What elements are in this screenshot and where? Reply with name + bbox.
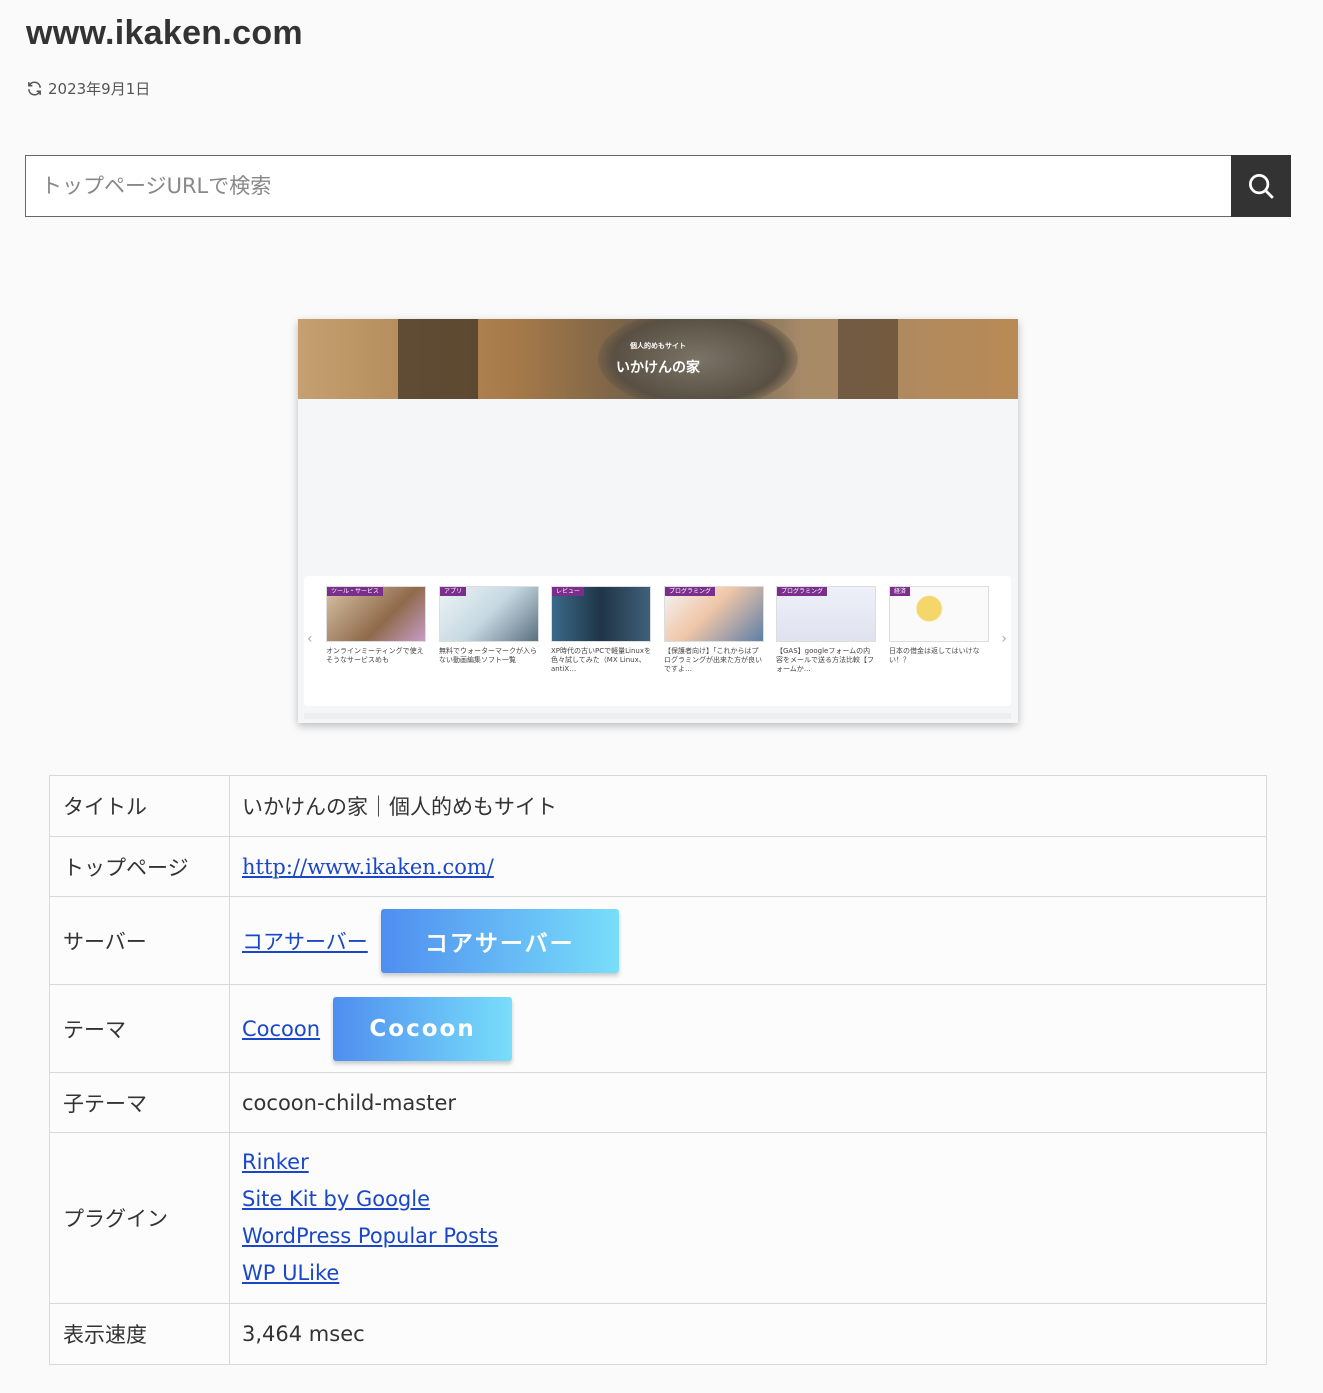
screenshot-site-subtitle: 個人的めもサイト [630,342,686,350]
carousel-card: ツール・サービス オンラインミーティングで使えそうなサービスめも [326,586,426,674]
card-category: プログラミング [665,587,716,596]
chevron-right-icon: › [1001,631,1007,647]
plugin-link-rinker[interactable]: Rinker [242,1144,1266,1181]
title-label: タイトル [49,775,230,837]
card-title: 【保護者向け】「これからはプログラミングが出来た方が良いですよ… [664,647,762,673]
table-row: プラグイン Rinker Site Kit by Google WordPres… [49,1132,1267,1304]
plugins-list: Rinker Site Kit by Google WordPress Popu… [229,1132,1267,1304]
date-text: 2023年9月1日 [48,80,151,98]
card-title: XP時代の古いPCで軽量Linuxを色々試してみた（MX Linux、antiX… [551,647,651,673]
search-input[interactable] [25,155,1231,217]
card-category: レビュー [552,587,585,596]
theme-label: テーマ [49,984,230,1073]
card-title: 日本の借金は返してはいけない！？ [889,647,980,664]
top-page-label: トップページ [49,836,230,897]
server-button[interactable]: コアサーバー [380,908,619,973]
carousel-card: 経済 日本の借金は返してはいけない！？ [889,586,989,674]
carousel-card: レビュー XP時代の古いPCで軽量Linuxを色々試してみた（MX Linux、… [551,586,651,674]
child-theme-value: cocoon-child-master [229,1072,1267,1133]
plugins-label: プラグイン [49,1132,230,1304]
theme-button[interactable]: Cocoon [333,996,513,1061]
screenshot-header: 個人的めもサイト いかけんの家 [298,319,1018,399]
table-row: サーバー コアサーバー コアサーバー [49,896,1267,985]
theme-link[interactable]: Cocoon [242,1017,320,1041]
title-value: いかけんの家｜個人的めもサイト [229,775,1267,837]
table-row: テーマ Cocoon Cocoon [49,984,1267,1073]
carousel-card: アプリ 無料でウォーターマークが入らない動画編集ソフト一覧 [439,586,539,674]
plugin-link-wpp[interactable]: WordPress Popular Posts [242,1218,1266,1255]
speed-value: 3,464 msec [229,1303,1267,1365]
speed-label: 表示速度 [49,1303,230,1365]
plugin-link-wp-ulike[interactable]: WP ULike [242,1255,1266,1292]
refresh-icon [28,81,41,96]
table-row: 子テーマ cocoon-child-master [49,1072,1267,1133]
carousel-card: プログラミング 【GAS】googleフォームの内容をメールで送る方法比較【フォ… [776,586,876,674]
search-button[interactable] [1231,155,1291,217]
search-icon [1249,174,1274,199]
carousel-card: プログラミング 【保護者向け】「これからはプログラミングが出来た方が良いですよ… [664,586,764,674]
update-date: 2023年9月1日 [26,78,150,99]
card-category: ツール・サービス [327,587,384,596]
table-row: タイトル いかけんの家｜個人的めもサイト [49,775,1267,837]
card-thumbnail: アプリ [439,586,539,642]
page-title: www.ikaken.com [26,14,303,52]
card-title: 無料でウォーターマークが入らない動画編集ソフト一覧 [439,647,537,664]
search-form [25,155,1291,217]
card-thumbnail: プログラミング [776,586,876,642]
table-row: トップページ http://www.ikaken.com/ [49,836,1267,897]
card-category: アプリ [440,587,467,596]
card-thumbnail: プログラミング [664,586,764,642]
card-thumbnail: ツール・サービス [326,586,426,642]
screenshot-footer [304,713,1011,719]
card-thumbnail: レビュー [551,586,651,642]
server-link[interactable]: コアサーバー [242,926,368,956]
table-row: 表示速度 3,464 msec [49,1303,1267,1365]
server-label: サーバー [49,896,230,985]
card-title: オンラインミーティングで使えそうなサービスめも [326,647,424,664]
plugin-link-site-kit[interactable]: Site Kit by Google [242,1181,1266,1218]
screenshot-carousel: ‹ › ツール・サービス オンラインミーティングで使えそうなサービスめも アプリ… [304,576,1011,706]
screenshot-site-name: いかけんの家 [616,360,700,376]
card-category: 経済 [890,587,911,596]
chevron-left-icon: ‹ [307,631,313,647]
card-title: 【GAS】googleフォームの内容をメールで送る方法比較【フォームか… [776,647,874,673]
child-theme-label: 子テーマ [49,1072,230,1133]
top-page-link[interactable]: http://www.ikaken.com/ [242,855,494,879]
site-info-table: タイトル いかけんの家｜個人的めもサイト トップページ http://www.i… [49,775,1267,1365]
site-screenshot[interactable]: 個人的めもサイト いかけんの家 ‹ › ツール・サービス オンラインミーティング… [298,319,1018,723]
card-category: プログラミング [777,587,828,596]
card-thumbnail: 経済 [889,586,989,642]
